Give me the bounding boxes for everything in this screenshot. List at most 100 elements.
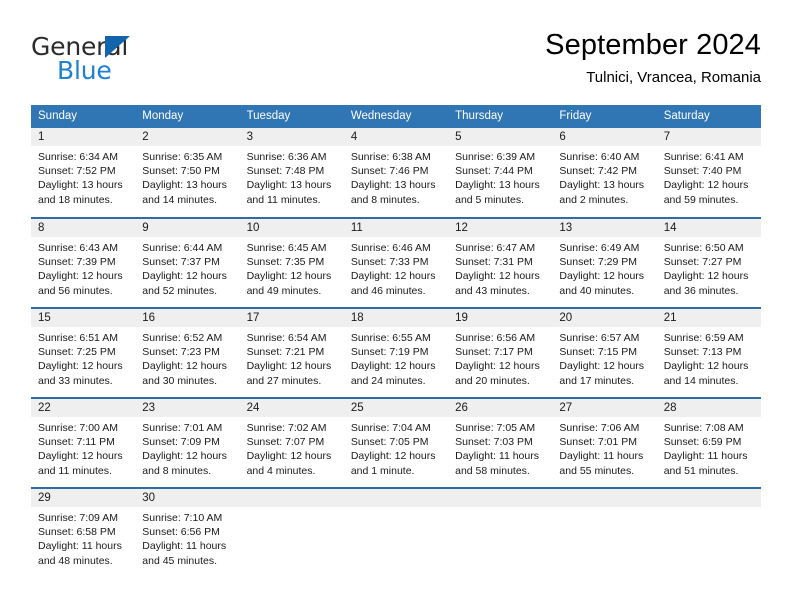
day-number: 11: [343, 219, 449, 237]
day-detail-daylight-l1: Daylight: 12 hours: [559, 270, 645, 283]
calendar-day-cell[interactable]: 30 Sunrise: 7:10 AM Sunset: 6:56 PM Dayligh…: [135, 487, 240, 578]
day-detail-sunset: Sunset: 7:07 PM: [246, 436, 325, 449]
day-detail-sunrise: Sunrise: 6:54 AM: [246, 332, 327, 344]
day-details: Sunrise: 7:01 AM Sunset: 7:09 PM Daylight:…: [135, 417, 239, 478]
calendar-day-cell[interactable]: 7 Sunrise: 6:41 AM Sunset: 7:40 PM Daylight…: [656, 128, 761, 218]
calendar-day-cell[interactable]: 19 Sunrise: 6:56 AM Sunset: 7:17 PM Dayligh…: [448, 307, 553, 398]
day-details: Sunrise: 6:34 AM Sunset: 7:52 PM Daylight:…: [31, 146, 135, 207]
day-detail-daylight-l1: Daylight: 12 hours: [246, 450, 332, 463]
calendar-day-cell[interactable]: 28 Sunrise: 7:08 AM Sunset: 6:59 PM Dayligh…: [656, 397, 761, 488]
day-detail-sunrise: Sunrise: 7:08 AM: [663, 422, 744, 434]
weekday-header-wednesday: Wednesday: [343, 105, 449, 128]
cell-inner: 26 Sunrise: 7:05 AM Sunset: 7:03 PM Dayligh…: [448, 399, 553, 487]
day-detail-daylight-l2: and 45 minutes.: [142, 554, 217, 567]
day-details: Sunrise: 7:06 AM Sunset: 7:01 PM Daylight:…: [552, 417, 656, 478]
cell-inner: 16 Sunrise: 6:52 AM Sunset: 7:23 PM Dayligh…: [135, 309, 240, 397]
day-number: 21: [656, 309, 761, 327]
calendar-day-cell[interactable]: 5 Sunrise: 6:39 AM Sunset: 7:44 PM Daylight…: [448, 128, 553, 218]
day-detail-daylight-l2: and 48 minutes.: [38, 554, 113, 567]
logo-text-blue: Blue: [57, 56, 112, 85]
calendar-day-cell[interactable]: 25 Sunrise: 7:04 AM Sunset: 7:05 PM Dayligh…: [343, 397, 449, 488]
logo-triangle-icon: [105, 36, 130, 58]
calendar-day-cell[interactable]: 21 Sunrise: 6:59 AM Sunset: 7:13 PM Dayligh…: [656, 307, 761, 398]
calendar-day-cell[interactable]: 29 Sunrise: 7:09 AM Sunset: 6:58 PM Dayligh…: [31, 487, 136, 578]
cell-inner: 3 Sunrise: 6:36 AM Sunset: 7:48 PM Daylight…: [239, 128, 344, 217]
day-number: 6: [552, 128, 657, 146]
calendar-week-row: 15 Sunrise: 6:51 AM Sunset: 7:25 PM Dayligh…: [31, 307, 761, 398]
day-detail-sunrise: Sunrise: 6:45 AM: [246, 242, 327, 254]
calendar-day-cell[interactable]: 4 Sunrise: 6:38 AM Sunset: 7:46 PM Daylight…: [343, 128, 449, 218]
calendar-day-cell[interactable]: 15 Sunrise: 6:51 AM Sunset: 7:25 PM Dayligh…: [31, 307, 136, 398]
calendar-day-cell[interactable]: 18 Sunrise: 6:55 AM Sunset: 7:19 PM Dayligh…: [343, 307, 449, 398]
day-details: Sunrise: 7:04 AM Sunset: 7:05 PM Daylight:…: [344, 417, 448, 478]
calendar-day-cell[interactable]: 22 Sunrise: 7:00 AM Sunset: 7:11 PM Dayligh…: [31, 397, 136, 488]
day-detail-sunrise: Sunrise: 6:56 AM: [455, 332, 536, 344]
day-detail-sunrise: Sunrise: 6:34 AM: [38, 151, 118, 163]
day-number: [448, 489, 553, 507]
calendar-day-cell[interactable]: 20 Sunrise: 6:57 AM Sunset: 7:15 PM Dayligh…: [552, 307, 657, 398]
day-detail-sunset: Sunset: 7:31 PM: [455, 256, 533, 269]
calendar-day-cell[interactable]: 10 Sunrise: 6:45 AM Sunset: 7:35 PM Dayligh…: [239, 217, 344, 308]
calendar-day-cell[interactable]: 24 Sunrise: 7:02 AM Sunset: 7:07 PM Dayligh…: [239, 397, 344, 488]
calendar-day-cell[interactable]: 17 Sunrise: 6:54 AM Sunset: 7:21 PM Dayligh…: [239, 307, 344, 398]
calendar-day-cell[interactable]: 8 Sunrise: 6:43 AM Sunset: 7:39 PM Daylight…: [31, 217, 136, 308]
day-details: Sunrise: 6:50 AM Sunset: 7:27 PM Daylight:…: [657, 237, 761, 298]
calendar-day-cell[interactable]: 14 Sunrise: 6:50 AM Sunset: 7:27 PM Dayligh…: [656, 217, 761, 308]
page-header: General Blue September 2024 Tulnici, Vra…: [31, 28, 761, 98]
day-detail-daylight-l1: Daylight: 11 hours: [663, 450, 748, 463]
calendar-day-cell[interactable]: 2 Sunrise: 6:35 AM Sunset: 7:50 PM Daylight…: [135, 128, 240, 218]
day-details: Sunrise: 7:02 AM Sunset: 7:07 PM Daylight:…: [240, 417, 344, 478]
day-detail-daylight-l1: Daylight: 11 hours: [559, 450, 644, 463]
calendar-day-cell[interactable]: 26 Sunrise: 7:05 AM Sunset: 7:03 PM Dayligh…: [448, 397, 553, 488]
calendar-day-cell[interactable]: 11 Sunrise: 6:46 AM Sunset: 7:33 PM Dayligh…: [343, 217, 449, 308]
weekday-header-tuesday: Tuesday: [239, 105, 344, 128]
day-details: Sunrise: 6:41 AM Sunset: 7:40 PM Daylight:…: [657, 146, 761, 207]
calendar-cell-empty: [343, 487, 449, 578]
day-detail-sunset: Sunset: 7:37 PM: [142, 256, 220, 269]
day-details: Sunrise: 6:47 AM Sunset: 7:31 PM Daylight:…: [448, 237, 552, 298]
day-number: 28: [656, 399, 761, 417]
day-detail-daylight-l1: Daylight: 13 hours: [142, 179, 227, 192]
cell-inner: 12 Sunrise: 6:47 AM Sunset: 7:31 PM Dayligh…: [448, 219, 553, 307]
day-detail-daylight-l1: Daylight: 12 hours: [142, 360, 227, 373]
day-detail-daylight-l2: and 14 minutes.: [663, 374, 739, 387]
day-detail-sunset: Sunset: 7:03 PM: [455, 436, 533, 449]
calendar-day-cell[interactable]: 6 Sunrise: 6:40 AM Sunset: 7:42 PM Daylight…: [552, 128, 657, 218]
day-detail-daylight-l2: and 55 minutes.: [559, 464, 635, 477]
day-number: [239, 489, 344, 507]
day-detail-daylight-l2: and 43 minutes.: [455, 284, 530, 297]
day-detail-daylight-l1: Daylight: 12 hours: [350, 450, 436, 463]
calendar-day-cell[interactable]: 27 Sunrise: 7:06 AM Sunset: 7:01 PM Dayligh…: [552, 397, 657, 488]
day-details: Sunrise: 6:43 AM Sunset: 7:39 PM Daylight:…: [31, 237, 135, 298]
calendar-day-cell[interactable]: 13 Sunrise: 6:49 AM Sunset: 7:29 PM Dayligh…: [552, 217, 657, 308]
day-detail-sunset: Sunset: 6:59 PM: [663, 436, 742, 449]
calendar-day-cell[interactable]: 1 Sunrise: 6:34 AM Sunset: 7:52 PM Daylight…: [31, 128, 136, 218]
day-details: Sunrise: 6:45 AM Sunset: 7:35 PM Daylight:…: [240, 237, 344, 298]
calendar-week-row: 1 Sunrise: 6:34 AM Sunset: 7:52 PM Daylight…: [31, 128, 761, 218]
cell-inner: 27 Sunrise: 7:06 AM Sunset: 7:01 PM Dayligh…: [552, 399, 657, 487]
calendar-day-cell[interactable]: 12 Sunrise: 6:47 AM Sunset: 7:31 PM Dayligh…: [448, 217, 553, 308]
calendar-cell-empty: [656, 487, 761, 578]
day-detail-daylight-l1: Daylight: 12 hours: [246, 270, 332, 283]
day-details: Sunrise: 6:40 AM Sunset: 7:42 PM Daylight:…: [552, 146, 656, 207]
weekday-header-thursday: Thursday: [448, 105, 553, 128]
day-number: 17: [239, 309, 344, 327]
day-detail-daylight-l1: Daylight: 12 hours: [663, 179, 749, 192]
day-details: Sunrise: 6:55 AM Sunset: 7:19 PM Daylight:…: [344, 327, 448, 388]
calendar-day-cell[interactable]: 3 Sunrise: 6:36 AM Sunset: 7:48 PM Daylight…: [239, 128, 344, 218]
day-detail-daylight-l1: Daylight: 11 hours: [455, 450, 539, 463]
day-detail-sunrise: Sunrise: 6:52 AM: [142, 332, 223, 344]
day-detail-daylight-l1: Daylight: 12 hours: [142, 450, 227, 463]
calendar-day-cell[interactable]: 23 Sunrise: 7:01 AM Sunset: 7:09 PM Dayligh…: [135, 397, 240, 488]
cell-inner: 10 Sunrise: 6:45 AM Sunset: 7:35 PM Dayligh…: [239, 219, 344, 307]
day-number: 3: [239, 128, 344, 146]
calendar-body: 1 Sunrise: 6:34 AM Sunset: 7:52 PM Daylight…: [31, 128, 761, 578]
calendar-day-cell[interactable]: 9 Sunrise: 6:44 AM Sunset: 7:37 PM Daylight…: [135, 217, 240, 308]
day-detail-sunrise: Sunrise: 6:50 AM: [663, 242, 744, 254]
cell-inner: 11 Sunrise: 6:46 AM Sunset: 7:33 PM Dayligh…: [343, 219, 449, 307]
calendar-header-row: Sunday Monday Tuesday Wednesday Thursday Frid…: [31, 105, 761, 128]
calendar-day-cell[interactable]: 16 Sunrise: 6:52 AM Sunset: 7:23 PM Dayligh…: [135, 307, 240, 398]
day-detail-sunrise: Sunrise: 6:39 AM: [455, 151, 536, 163]
calendar-cell-empty: [448, 487, 553, 578]
day-detail-daylight-l2: and 59 minutes.: [663, 193, 739, 206]
